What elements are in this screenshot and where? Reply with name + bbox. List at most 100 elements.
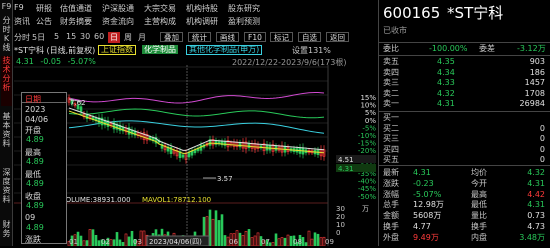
- sidebar-item-technical[interactable]: 技术分析: [1, 56, 12, 106]
- sell-label: 卖二: [383, 88, 399, 98]
- quote-value: 4.77: [413, 222, 431, 231]
- legend-tag-other-chem[interactable]: 其他化学制品(申万): [186, 45, 263, 55]
- crosshair-info-popup: 日期 2023 04/06 开盘 4.89 最高 4.89 最低 4.89 收盘…: [21, 92, 67, 244]
- quote-row[interactable]: 最新 4.31 均价 4.32: [379, 168, 550, 178]
- op-draw[interactable]: 画线: [216, 32, 239, 42]
- popup-extra: 09: [25, 213, 36, 222]
- volume-bar: [121, 242, 125, 247]
- stock-code: 600165: [383, 4, 441, 22]
- period-5min[interactable]: 5: [54, 32, 59, 41]
- sell-row[interactable]: 卖三 4.33 1457: [379, 78, 550, 88]
- nav-fin-summary[interactable]: 财务摘要: [60, 16, 92, 27]
- period-day[interactable]: 日: [108, 32, 120, 43]
- nav-f9[interactable]: F9: [14, 3, 24, 12]
- mavol-label: MAVOL1:78712.100: [142, 196, 211, 204]
- op-watchlist[interactable]: 自选: [298, 32, 321, 42]
- legend-tag-chem[interactable]: 化学制品: [142, 45, 178, 54]
- buy-row[interactable]: 买五 0: [379, 155, 550, 165]
- sidebar-item-kline[interactable]: K线: [1, 34, 12, 52]
- popup-low: 4.89: [26, 179, 44, 188]
- nav-block-trade[interactable]: 大宗交易: [144, 3, 176, 14]
- quote-label: 最新: [383, 168, 399, 177]
- nav-inst-survey[interactable]: 机构调研: [186, 16, 218, 27]
- quote-value: 12.98万: [413, 200, 444, 210]
- op-stats[interactable]: 统计: [188, 32, 211, 42]
- period-month[interactable]: 月: [138, 32, 146, 43]
- index-line-chem: [68, 108, 325, 119]
- kline-chart[interactable]: 15%10%5%0%-5%-10%-15%-20%-25%-30%-35%-40…: [14, 65, 378, 247]
- quote-value: -5.07%: [413, 189, 442, 199]
- quote-row[interactable]: 外盘 9.49万 内盘 3.48万: [379, 233, 550, 243]
- sell-row[interactable]: 卖四 4.34 186: [379, 68, 550, 78]
- sell-vol: 1457: [524, 78, 545, 87]
- quote-label: 涨幅: [383, 189, 399, 199]
- nav-profit-forecast[interactable]: 盈利预测: [228, 16, 260, 27]
- buy-row[interactable]: 买四 0: [379, 145, 550, 155]
- sell-row[interactable]: 卖五 4.35 903: [379, 57, 550, 67]
- period-30min[interactable]: 30: [80, 32, 90, 41]
- sidebar-item-deep[interactable]: 深度资料: [1, 168, 12, 218]
- volume-bar: [115, 232, 119, 247]
- volume-bar: [250, 237, 254, 247]
- nav-fund-flow[interactable]: 资金流向: [102, 16, 134, 27]
- quote-row[interactable]: 涨幅 -5.07% 最高 4.42: [379, 190, 550, 200]
- volume-bar: [82, 240, 86, 247]
- op-mark[interactable]: 标记: [270, 32, 293, 42]
- volume-bar: [310, 238, 314, 247]
- buy-row[interactable]: 买一: [379, 113, 550, 123]
- period-5day[interactable]: 5日: [32, 32, 45, 43]
- legend-setting[interactable]: 设置131%: [292, 45, 331, 56]
- quote-label: 换手: [383, 222, 399, 231]
- nav-news[interactable]: 资讯: [14, 16, 30, 27]
- quote-row[interactable]: 总手 12.98万 最低 4.31: [379, 200, 550, 210]
- volume-tick: 10: [336, 221, 345, 229]
- op-back[interactable]: 返回: [326, 32, 349, 42]
- period-15min[interactable]: 15: [66, 32, 76, 41]
- nav-research[interactable]: 研报: [36, 3, 52, 14]
- volume-bar: [127, 236, 131, 247]
- nav-valuation[interactable]: 估值通道: [60, 3, 92, 14]
- quote-value: 4.31: [527, 200, 545, 210]
- buy-row[interactable]: 买三 0: [379, 134, 550, 144]
- quote-label: 涨跌: [383, 178, 399, 188]
- period-timeshare[interactable]: 分时: [14, 32, 30, 43]
- popup-year: 2023: [25, 105, 46, 114]
- quote-panel: 600165 *ST宁科 已收市 委比 -100.00% 委差 -3.12万 卖…: [378, 0, 550, 246]
- sell-price: 4.34: [437, 67, 455, 77]
- period-60min[interactable]: 60: [94, 32, 104, 41]
- sidebar-item-f9[interactable]: F9: [1, 2, 12, 11]
- volume-bar: [244, 231, 248, 247]
- nav-hk-connect[interactable]: 沪深股通: [102, 3, 134, 14]
- month-label: 02: [101, 238, 110, 246]
- sell-label: 卖一: [383, 99, 399, 108]
- nav-business[interactable]: 主营构成: [144, 16, 176, 27]
- volume-bar: [253, 235, 257, 247]
- pct-tick-label: -50%: [358, 193, 376, 201]
- quote-row[interactable]: 金额 5608万 量比 0.73: [379, 211, 550, 221]
- nav-inst-hold[interactable]: 机构持股: [186, 3, 218, 14]
- quote-row[interactable]: 涨跌 -0.23 今开 4.31: [379, 179, 550, 189]
- low-label: 3.57: [217, 175, 233, 183]
- buy-label: 买五: [383, 155, 399, 164]
- op-overlay[interactable]: 叠加: [160, 32, 183, 42]
- quote-value: 0.73: [527, 211, 545, 221]
- legend-price-row: 4.31 -0.05 -5.07% 2022/12/22-2023/9/6(17…: [16, 57, 356, 67]
- quote-label: 最低: [471, 200, 487, 210]
- sidebar-item-finance[interactable]: 财务: [1, 220, 12, 244]
- legend-tag-index[interactable]: 上证指数: [98, 45, 136, 55]
- buy-row[interactable]: 买二 0: [379, 124, 550, 134]
- sidebar-item-basic[interactable]: 基本资料: [1, 112, 12, 162]
- quote-row[interactable]: 换手 4.77 换手 4.73: [379, 222, 550, 232]
- month-label: 09: [325, 238, 334, 246]
- nav-notice[interactable]: 公告: [36, 16, 52, 27]
- sidebar-item-timeshare[interactable]: 分时: [1, 16, 12, 34]
- nav-holder-research[interactable]: 股东研究: [228, 3, 260, 14]
- quote-label: 量比: [471, 211, 487, 221]
- sell-row[interactable]: 卖二 4.32 1708: [379, 89, 550, 99]
- op-f10[interactable]: F10: [244, 32, 266, 42]
- sell-row[interactable]: 卖一 4.31 26984: [379, 99, 550, 109]
- chart-svg: 15%10%5%0%-5%-10%-15%-20%-25%-30%-35%-40…: [14, 65, 376, 247]
- period-week[interactable]: 周: [124, 32, 132, 43]
- volume-bar: [301, 237, 305, 247]
- volume-bar: [313, 232, 317, 247]
